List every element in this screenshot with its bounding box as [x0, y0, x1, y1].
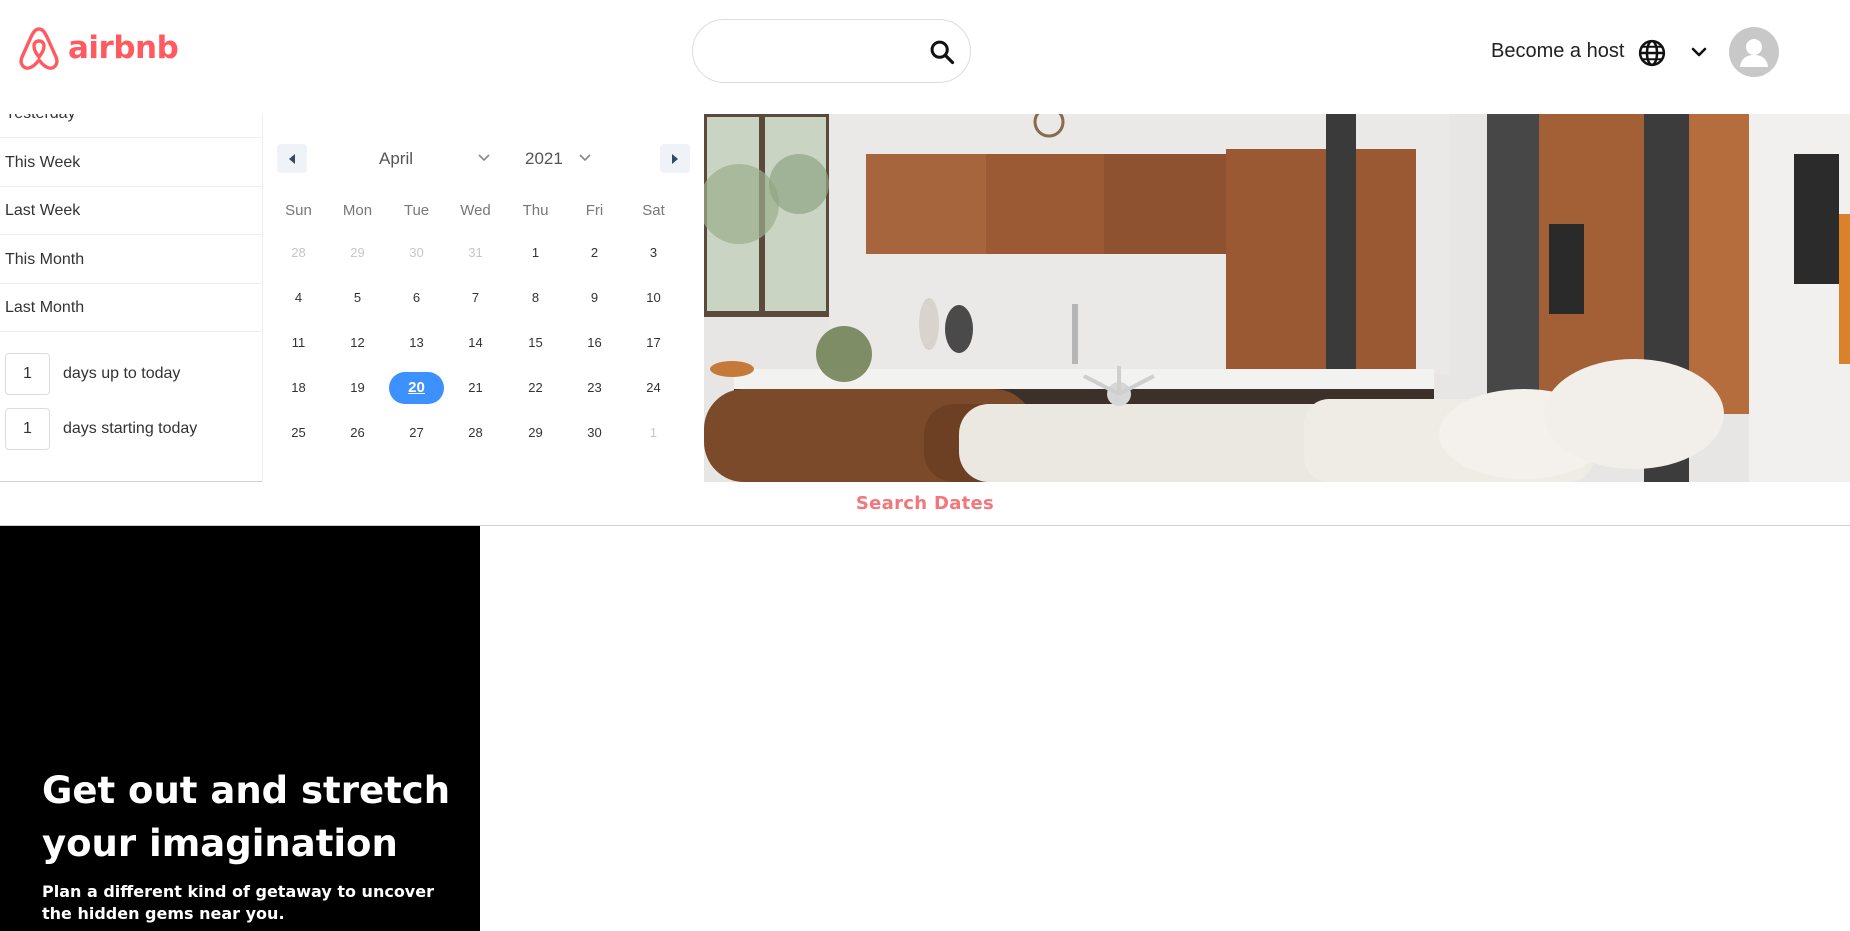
hero-photo — [704, 114, 1850, 482]
calendar-day[interactable]: 23 — [567, 372, 622, 404]
year-chevron-icon[interactable] — [578, 151, 592, 165]
calendar-day[interactable]: 19 — [330, 372, 385, 404]
calendar-day[interactable]: 21 — [448, 372, 503, 404]
promo-banner: Get out and stretch your imagination Pla… — [0, 526, 480, 931]
calendar-day[interactable]: 30 — [567, 417, 622, 449]
weekday-label: Fri — [585, 202, 604, 219]
days-starting-today-input[interactable] — [5, 408, 50, 450]
calendar-day[interactable]: 29 — [330, 237, 385, 269]
calendar: April 2021 Sun Mon Tue Wed Thu Fri Sat 28 29 30 3… — [263, 114, 704, 482]
caret-right-icon — [672, 153, 678, 164]
calendar-day[interactable]: 24 — [626, 372, 681, 404]
caret-left-icon — [289, 153, 295, 164]
range-this-month[interactable]: This Month — [0, 236, 262, 284]
date-range-picker: Yesterday This Week Last Week This Month… — [0, 114, 1850, 482]
range-this-week[interactable]: This Week — [0, 139, 262, 187]
weekday-label: Wed — [460, 202, 491, 219]
weekday-label: Thu — [522, 202, 549, 219]
airbnb-logo[interactable]: airbnb — [16, 24, 179, 72]
year-select[interactable]: 2021 — [525, 149, 563, 169]
calendar-day[interactable]: 27 — [389, 417, 444, 449]
top-header: airbnb Become a host — [0, 0, 1850, 114]
days-up-to-today-row: days up to today — [5, 353, 180, 395]
calendar-day[interactable]: 1 — [626, 417, 681, 449]
become-a-host-link[interactable]: Become a host — [1491, 40, 1624, 63]
days-up-to-today-label: days up to today — [63, 365, 181, 382]
calendar-day[interactable]: 17 — [626, 327, 681, 359]
prev-month-button[interactable] — [277, 144, 307, 173]
calendar-day[interactable]: 8 — [508, 282, 563, 314]
calendar-day[interactable]: 3 — [626, 237, 681, 269]
range-last-month[interactable]: Last Month — [0, 284, 262, 332]
range-yesterday[interactable]: Yesterday — [0, 114, 262, 138]
calendar-day[interactable]: 15 — [508, 327, 563, 359]
globe-icon[interactable] — [1637, 38, 1667, 68]
month-select[interactable]: April — [379, 149, 413, 169]
search-icon[interactable] — [928, 38, 956, 66]
calendar-day[interactable]: 10 — [626, 282, 681, 314]
weekday-label: Sat — [642, 202, 665, 219]
calendar-day[interactable]: 22 — [508, 372, 563, 404]
days-starting-today-label: days starting today — [63, 420, 198, 437]
calendar-day[interactable]: 6 — [389, 282, 444, 314]
calendar-day[interactable]: 16 — [567, 327, 622, 359]
calendar-day[interactable]: 31 — [448, 237, 503, 269]
calendar-day[interactable]: 26 — [330, 417, 385, 449]
promo-title: Get out and stretch your imagination — [42, 769, 451, 865]
calendar-day[interactable]: 28 — [271, 237, 326, 269]
calendar-day[interactable]: 2 — [567, 237, 622, 269]
living-room-image — [704, 114, 1850, 482]
calendar-day[interactable]: 7 — [448, 282, 503, 314]
calendar-day[interactable]: 1 — [508, 237, 563, 269]
range-last-week[interactable]: Last Week — [0, 187, 262, 235]
airbnb-logo-icon — [19, 27, 59, 70]
search-input[interactable] — [692, 19, 971, 83]
logo-text: airbnb — [68, 30, 179, 66]
calendar-day[interactable]: 14 — [448, 327, 503, 359]
static-ranges: Yesterday This Week Last Week This Month… — [0, 114, 263, 482]
calendar-day[interactable]: 4 — [271, 282, 326, 314]
calendar-day[interactable]: 9 — [567, 282, 622, 314]
avatar-icon — [1740, 39, 1768, 67]
weekday-label: Sun — [285, 202, 312, 219]
calendar-day[interactable]: 29 — [508, 417, 563, 449]
avatar[interactable] — [1729, 27, 1779, 77]
weekday-label: Mon — [342, 202, 373, 219]
calendar-day[interactable]: 11 — [271, 327, 326, 359]
weekday-label: Tue — [403, 202, 430, 219]
days-up-to-today-input[interactable] — [5, 353, 50, 395]
calendar-day[interactable]: 28 — [448, 417, 503, 449]
calendar-day[interactable]: 30 — [389, 237, 444, 269]
calendar-day[interactable]: 18 — [271, 372, 326, 404]
calendar-day[interactable]: 25 — [271, 417, 326, 449]
calendar-day[interactable]: 5 — [330, 282, 385, 314]
chevron-down-icon[interactable] — [1689, 42, 1709, 62]
next-month-button[interactable] — [660, 144, 690, 173]
days-starting-today-row: days starting today — [5, 408, 197, 450]
search-dates-button[interactable]: Search Dates — [0, 482, 1850, 526]
promo-subtitle: Plan a different kind of getaway to unco… — [42, 882, 434, 923]
calendar-day[interactable]: 20 — [389, 372, 444, 404]
calendar-day[interactable]: 12 — [330, 327, 385, 359]
month-chevron-icon[interactable] — [477, 151, 491, 165]
calendar-day[interactable]: 13 — [389, 327, 444, 359]
